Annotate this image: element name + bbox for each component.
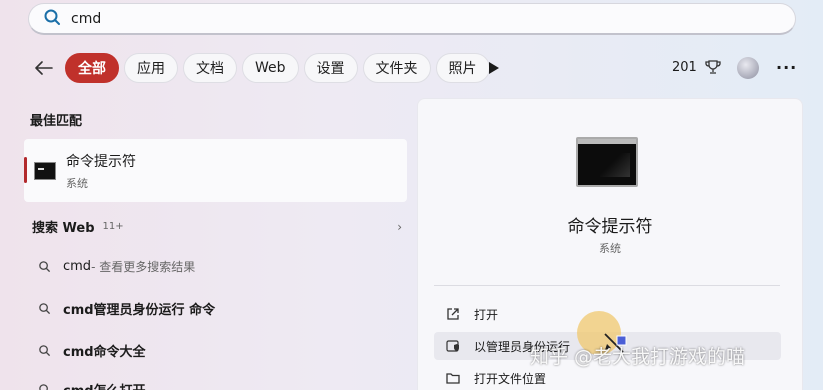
web-search-item[interactable]: cmd怎么打开 xyxy=(38,380,146,390)
best-match-subtitle: 系统 xyxy=(66,176,88,190)
open-file-location-label: 打开文件位置 xyxy=(474,371,547,386)
filter-chip-all[interactable]: 全部 xyxy=(65,53,119,83)
web-search-item[interactable]: cmd管理员身份运行 命令 xyxy=(38,299,215,318)
watermark: 知乎 @老大我打游戏的喵 xyxy=(530,346,746,368)
arrow-left-icon xyxy=(35,61,53,75)
filter-chip-settings[interactable]: 设置 xyxy=(303,53,358,83)
web-search-hint: - 查看更多搜索结果 xyxy=(91,260,196,274)
divider xyxy=(434,285,780,286)
search-input[interactable] xyxy=(71,10,671,27)
search-box[interactable] xyxy=(28,3,796,35)
best-match-title: 命令提示符 xyxy=(66,153,136,170)
search-icon xyxy=(39,303,51,315)
web-search-title: 搜索 Web xyxy=(32,221,95,236)
details-subtitle: 系统 xyxy=(599,242,621,255)
web-search-item[interactable]: cmd命令大全 xyxy=(38,341,146,360)
web-search-query: cmd命令大全 xyxy=(63,345,146,360)
chevron-right-icon: › xyxy=(397,219,402,234)
filter-chip-apps[interactable]: 应用 xyxy=(124,53,178,83)
folder-icon xyxy=(446,373,460,384)
best-match-item[interactable]: 命令提示符 系统 xyxy=(24,139,407,202)
points-value: 201 xyxy=(672,59,697,75)
web-search-query: cmd xyxy=(63,259,92,274)
selection-accent xyxy=(24,157,27,183)
filter-chips: 全部 应用 文档 Web 设置 文件夹 照片 xyxy=(65,53,490,83)
more-options-button[interactable]: ··· xyxy=(776,58,797,77)
search-icon xyxy=(43,8,61,30)
command-prompt-icon xyxy=(576,137,638,187)
open-external-icon xyxy=(447,308,459,320)
web-search-query: cmd怎么打开 xyxy=(63,380,146,390)
search-icon xyxy=(39,261,51,273)
filter-chip-web[interactable]: Web xyxy=(242,53,299,83)
web-search-header[interactable]: 搜索 Web 11+ › xyxy=(32,217,402,237)
open-action-label: 打开 xyxy=(474,307,499,322)
best-match-heading: 最佳匹配 xyxy=(30,114,83,129)
web-search-query: cmd管理员身份运行 命令 xyxy=(63,303,216,318)
filter-chip-folders[interactable]: 文件夹 xyxy=(362,53,431,83)
trophy-icon xyxy=(705,60,721,74)
avatar[interactable] xyxy=(737,57,759,79)
back-button[interactable] xyxy=(32,56,56,80)
play-icon xyxy=(489,62,499,74)
more-filters-button[interactable] xyxy=(488,60,502,76)
ellipsis-icon: ··· xyxy=(776,58,798,77)
web-search-item[interactable]: cmd - 查看更多搜索结果 xyxy=(38,258,195,275)
search-icon xyxy=(39,345,51,357)
search-icon xyxy=(39,384,48,390)
filter-chip-photos[interactable]: 照片 xyxy=(435,53,490,83)
rewards-points[interactable]: 201 xyxy=(672,59,721,75)
command-prompt-icon xyxy=(34,161,56,180)
shield-icon xyxy=(446,340,459,352)
filter-chip-documents[interactable]: 文档 xyxy=(183,53,237,83)
web-search-count: 11+ xyxy=(102,221,124,232)
details-title: 命令提示符 xyxy=(567,217,653,237)
